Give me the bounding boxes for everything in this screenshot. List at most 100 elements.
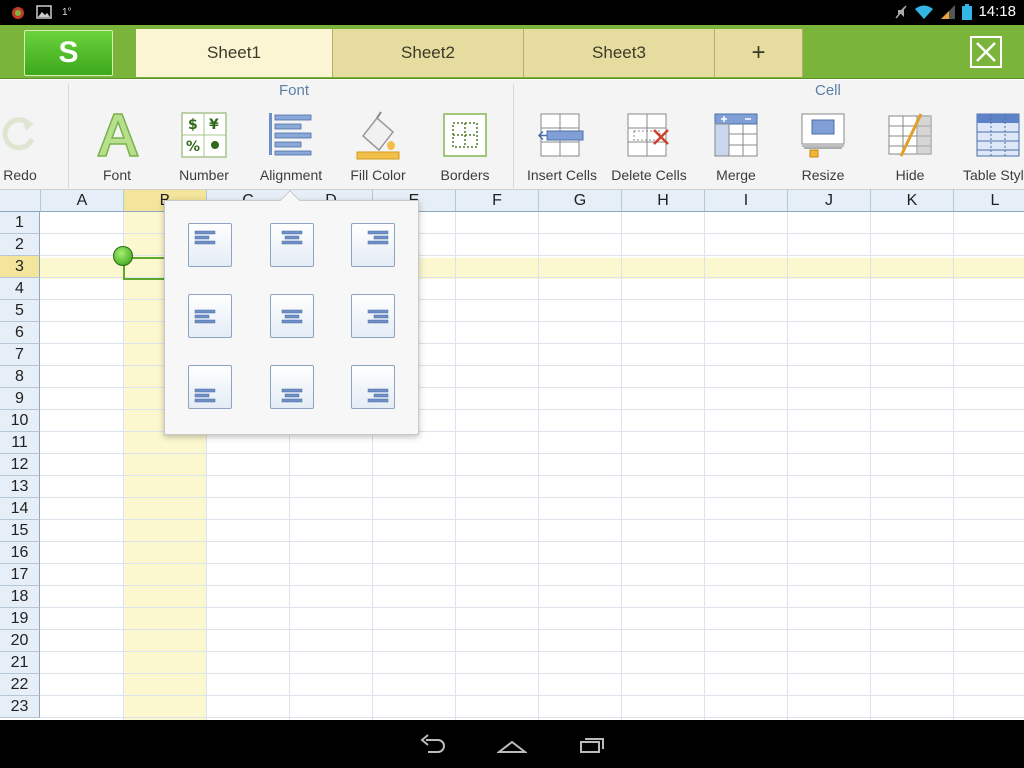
gridline-vertical [123,212,124,720]
align-bottom-left-icon [194,388,216,403]
mute-icon [895,5,908,18]
recent-apps-icon[interactable] [579,734,607,756]
row-header-11[interactable]: 11 [0,432,40,454]
gridline-vertical [787,212,788,720]
row-header-14[interactable]: 14 [0,498,40,520]
gridline-horizontal [40,695,1024,696]
row-header-5[interactable]: 5 [0,300,40,322]
column-header-f[interactable]: F [456,190,539,212]
gridline-horizontal [40,519,1024,520]
row-header-21[interactable]: 21 [0,652,40,674]
back-icon[interactable] [418,734,446,756]
row-header-17[interactable]: 17 [0,564,40,586]
font-button[interactable]: Font [74,110,160,185]
row-header-12[interactable]: 12 [0,454,40,476]
column-header-k[interactable]: K [871,190,954,212]
font-label: Font [102,167,131,183]
align-middle-left-icon [194,309,216,324]
merge-button[interactable]: Merge [693,110,779,185]
align-top-right-icon [367,230,389,245]
align-top-center-button[interactable] [270,223,314,267]
app-menu-button[interactable]: S [24,30,113,76]
borders-button[interactable]: Borders [422,110,508,185]
resize-button[interactable]: Resize [780,110,866,185]
redo-icon [2,117,35,151]
hide-button[interactable]: Hide [867,110,953,185]
align-middle-right-icon [367,309,389,324]
align-bottom-center-icon [281,388,303,403]
align-top-left-button[interactable] [188,223,232,267]
row-header-9[interactable]: 9 [0,388,40,410]
merge-icon [714,113,758,157]
navigation-bar [0,720,1024,768]
tab-sheet1[interactable]: Sheet1 [136,29,333,77]
tab-sheet2[interactable]: Sheet2 [333,29,524,77]
row-header-22[interactable]: 22 [0,674,40,696]
gridline-horizontal [40,475,1024,476]
column-header-l[interactable]: L [954,190,1024,212]
number-button[interactable]: $ ¥ % Number [161,110,247,185]
align-top-center-icon [281,230,303,245]
row-header-6[interactable]: 6 [0,322,40,344]
align-top-right-button[interactable] [351,223,395,267]
align-middle-left-button[interactable] [188,294,232,338]
number-format-icon: $ ¥ % [181,112,227,158]
row-header-13[interactable]: 13 [0,476,40,498]
row-header-3[interactable]: 3 [0,256,40,278]
align-bottom-left-button[interactable] [188,365,232,409]
row-header-8[interactable]: 8 [0,366,40,388]
column-header-i[interactable]: I [705,190,788,212]
column-header-j[interactable]: J [788,190,871,212]
alignment-button[interactable]: Alignment [248,110,334,185]
row-header-18[interactable]: 18 [0,586,40,608]
gridline-horizontal [40,541,1024,542]
align-bottom-right-button[interactable] [351,365,395,409]
delete-cells-label: Delete Cells [611,167,687,183]
column-header-h[interactable]: H [622,190,705,212]
tab-sheet3[interactable]: Sheet3 [524,29,715,77]
yen-glyph: ¥ [209,117,219,133]
row-header-16[interactable]: 16 [0,542,40,564]
dollar-glyph: $ [188,117,198,133]
delete-cells-button[interactable]: Delete Cells [606,110,692,185]
number-label: Number [179,167,229,183]
group-label-cell: Cell [815,82,841,99]
home-icon[interactable] [497,734,527,756]
redo-button[interactable]: Redo [0,110,63,185]
row-header-15[interactable]: 15 [0,520,40,542]
column-header-a[interactable]: A [41,190,124,212]
align-middle-center-button[interactable] [270,294,314,338]
app-header: S Sheet1 Sheet2 Sheet3 + [0,25,1024,79]
gridline-vertical [455,212,456,720]
gridline-horizontal [40,563,1024,564]
row-header-19[interactable]: 19 [0,608,40,630]
row-header-1[interactable]: 1 [0,212,40,234]
fill-color-button[interactable]: Fill Color [335,110,421,185]
add-sheet-button[interactable]: + [715,29,803,77]
gridline-horizontal [40,453,1024,454]
row-header-23[interactable]: 23 [0,696,40,718]
table-style-button[interactable]: Table Styl [954,110,1024,185]
align-middle-right-button[interactable] [351,294,395,338]
merge-label: Merge [716,167,756,183]
insert-cells-button[interactable]: Insert Cells [519,110,605,185]
gridline-vertical [704,212,705,720]
table-style-icon [976,113,1020,157]
font-icon [96,113,140,157]
alignment-label: Alignment [259,167,323,183]
row-header-20[interactable]: 20 [0,630,40,652]
ribbon-toolbar: Font Cell Redo Font $ ¥ % Number Alignme… [0,80,1024,190]
close-button[interactable] [970,36,1002,68]
alignment-icon [269,113,312,156]
fill-color-label: Fill Color [350,167,406,183]
row-header-7[interactable]: 7 [0,344,40,366]
align-bottom-center-button[interactable] [270,365,314,409]
selection-handle[interactable] [113,246,133,266]
select-all-corner[interactable] [0,190,41,212]
borders-icon [443,113,487,157]
insert-cells-icon [537,113,584,157]
row-header-10[interactable]: 10 [0,410,40,432]
row-header-4[interactable]: 4 [0,278,40,300]
column-header-g[interactable]: G [539,190,622,212]
row-header-2[interactable]: 2 [0,234,40,256]
